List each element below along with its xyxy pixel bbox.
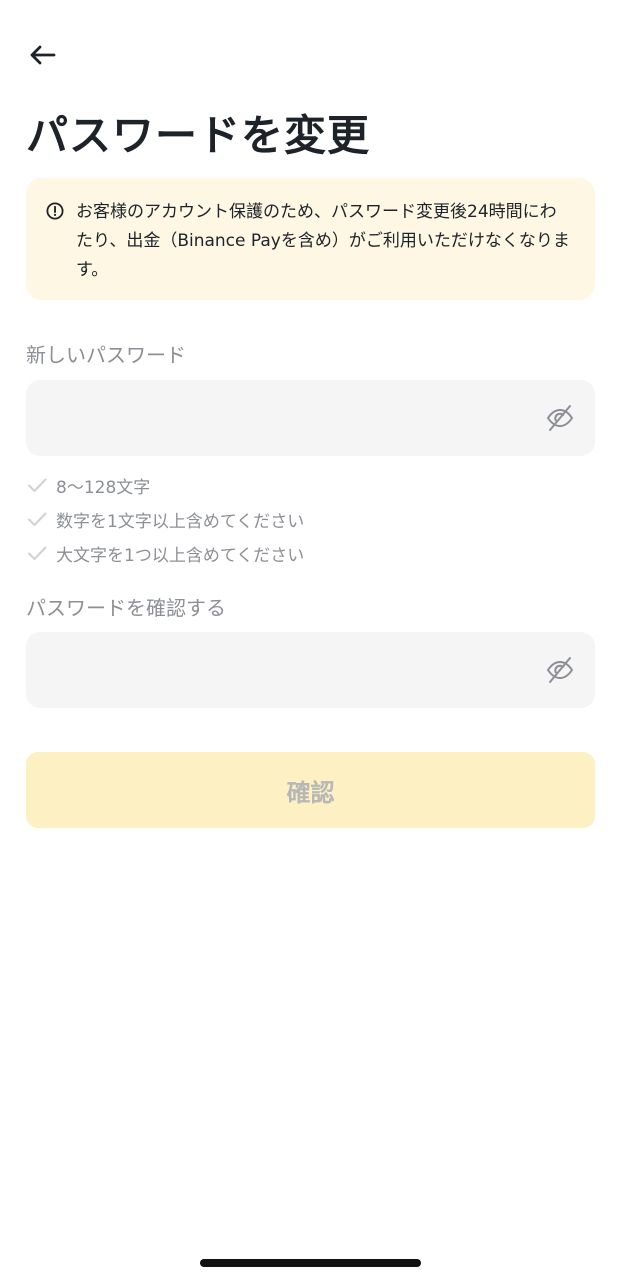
confirm-password-input[interactable] [26,632,595,708]
new-password-label: 新しいパスワード [26,343,186,367]
page-title: パスワードを変更 [26,111,371,160]
password-rules: 8〜128文字 数字を1文字以上含めてください 大文字を1つ以上含めてください [26,468,304,570]
security-notice: お客様のアカウント保護のため、パスワード変更後24時間にわたり、出金（Binan… [26,178,595,300]
rule-item: 大文字を1つ以上含めてください [26,536,304,570]
exclamation-circle-icon [46,202,64,220]
back-button[interactable] [24,38,60,72]
confirm-password-label: パスワードを確認する [26,596,226,620]
rule-item: 8〜128文字 [26,468,304,502]
check-icon [28,512,47,526]
rule-text: 数字を1文字以上含めてください [56,511,305,532]
check-icon [28,546,47,560]
change-password-page: パスワードを変更 お客様のアカウント保護のため、パスワード変更後24時間にわたり… [0,0,620,1280]
eye-off-icon[interactable] [545,403,575,433]
new-password-input[interactable] [26,380,595,456]
arrow-left-icon [30,45,56,65]
check-icon [28,478,47,492]
rule-text: 大文字を1つ以上含めてください [56,545,305,566]
home-indicator [200,1259,421,1267]
notice-text: お客様のアカウント保護のため、パスワード変更後24時間にわたり、出金（Binan… [76,202,570,280]
eye-off-icon[interactable] [545,655,575,685]
new-password-field[interactable] [26,380,595,456]
confirm-password-field[interactable] [26,632,595,708]
confirm-button[interactable]: 確認 [26,752,595,828]
rule-text: 8〜128文字 [56,477,151,498]
rule-item: 数字を1文字以上含めてください [26,502,304,536]
